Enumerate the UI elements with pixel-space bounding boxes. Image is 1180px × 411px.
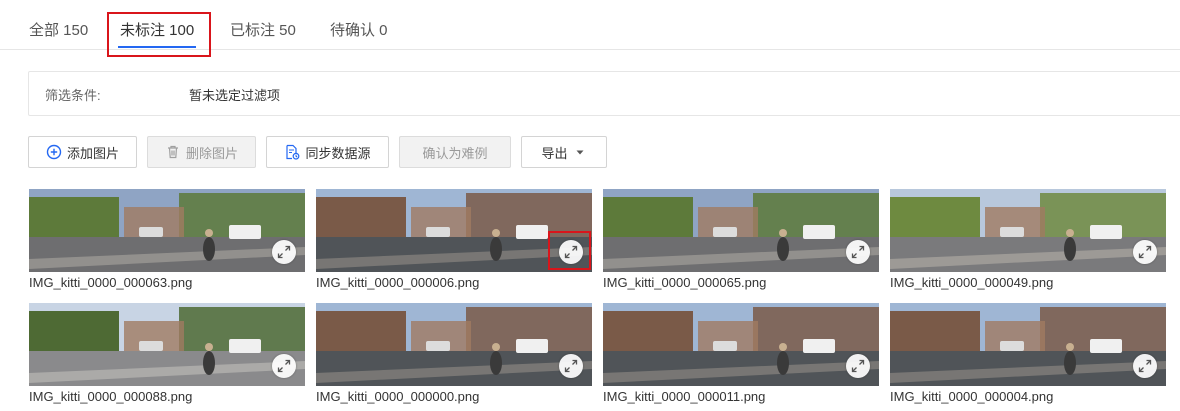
filter-panel: 筛选条件: 暂未选定过滤项 bbox=[28, 71, 1180, 116]
tab-pending[interactable]: 待确认 0 bbox=[328, 14, 390, 50]
image-filename: IMG_kitti_0000_000000.png bbox=[316, 389, 480, 404]
tab-bar: 全部 150 未标注 100 已标注 50 待确认 0 bbox=[0, 0, 1180, 50]
expand-preview-button[interactable] bbox=[272, 354, 296, 378]
sync-datasource-button[interactable]: 同步数据源 bbox=[266, 136, 389, 168]
sync-document-icon bbox=[284, 144, 300, 160]
image-thumbnail[interactable] bbox=[890, 303, 1166, 386]
expand-icon bbox=[564, 359, 578, 373]
tab-unlabeled-label: 未标注 100 bbox=[120, 22, 195, 39]
image-filename: IMG_kitti_0000_000049.png bbox=[890, 275, 1054, 290]
add-image-label: 添加图片 bbox=[66, 145, 119, 161]
confirm-hard-example-label: 确认为难例 bbox=[422, 145, 488, 161]
trash-icon bbox=[165, 144, 181, 160]
expand-icon bbox=[277, 359, 291, 373]
image-thumbnail[interactable] bbox=[603, 189, 879, 272]
expand-preview-button[interactable] bbox=[1133, 240, 1157, 264]
street-scene-image bbox=[316, 189, 592, 272]
plus-circle-icon bbox=[46, 144, 62, 160]
delete-image-label: 删除图片 bbox=[185, 145, 238, 161]
image-thumbnail[interactable] bbox=[603, 303, 879, 386]
expand-preview-button[interactable] bbox=[559, 240, 583, 264]
street-scene-image bbox=[316, 303, 592, 386]
sync-datasource-label: 同步数据源 bbox=[305, 145, 371, 161]
expand-icon bbox=[851, 245, 865, 259]
expand-preview-button[interactable] bbox=[846, 354, 870, 378]
street-scene-image bbox=[29, 303, 305, 386]
image-filename: IMG_kitti_0000_000088.png bbox=[29, 389, 193, 404]
street-scene-image bbox=[603, 189, 879, 272]
expand-icon bbox=[1138, 245, 1152, 259]
expand-preview-button[interactable] bbox=[1133, 354, 1157, 378]
image-thumbnail[interactable] bbox=[29, 189, 305, 272]
expand-preview-button[interactable] bbox=[559, 354, 583, 378]
caret-down-icon bbox=[573, 144, 587, 160]
expand-icon bbox=[564, 245, 578, 259]
confirm-hard-example-button[interactable]: 确认为难例 bbox=[399, 136, 511, 168]
image-thumbnail[interactable] bbox=[890, 189, 1166, 272]
export-label: 导出 bbox=[541, 145, 568, 161]
image-filename: IMG_kitti_0000_000004.png bbox=[890, 389, 1054, 404]
tab-unlabeled[interactable]: 未标注 100 bbox=[118, 14, 197, 50]
street-scene-image bbox=[890, 189, 1166, 272]
image-thumbnail[interactable] bbox=[29, 303, 305, 386]
expand-preview-button[interactable] bbox=[272, 240, 296, 264]
expand-icon bbox=[277, 245, 291, 259]
expand-preview-button[interactable] bbox=[846, 240, 870, 264]
delete-image-button[interactable]: 删除图片 bbox=[147, 136, 256, 168]
expand-icon bbox=[851, 359, 865, 373]
export-dropdown[interactable]: 导出 bbox=[521, 136, 607, 168]
image-thumbnail[interactable] bbox=[316, 189, 592, 272]
active-tab-indicator bbox=[118, 46, 197, 48]
tab-all[interactable]: 全部 150 bbox=[27, 14, 90, 50]
street-scene-image bbox=[890, 303, 1166, 386]
street-scene-image bbox=[603, 303, 879, 386]
filter-label: 筛选条件: bbox=[45, 88, 101, 103]
filter-value: 暂未选定过滤项 bbox=[189, 88, 281, 103]
image-filename: IMG_kitti_0000_000065.png bbox=[603, 275, 767, 290]
tab-labeled[interactable]: 已标注 50 bbox=[228, 14, 298, 50]
street-scene-image bbox=[29, 189, 305, 272]
image-filename: IMG_kitti_0000_000063.png bbox=[29, 275, 193, 290]
expand-icon bbox=[1138, 359, 1152, 373]
image-filename: IMG_kitti_0000_000011.png bbox=[603, 389, 766, 404]
image-filename: IMG_kitti_0000_000006.png bbox=[316, 275, 480, 290]
image-thumbnail[interactable] bbox=[316, 303, 592, 386]
add-image-button[interactable]: 添加图片 bbox=[28, 136, 137, 168]
